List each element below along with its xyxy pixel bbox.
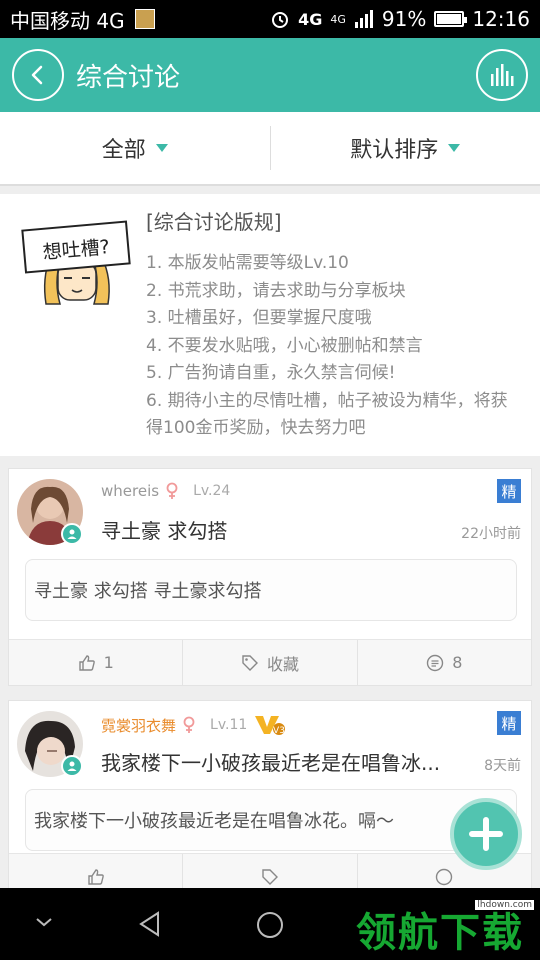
signal-icon (354, 10, 373, 28)
collect-button[interactable]: 收藏 (182, 640, 356, 685)
vip-level-text: V3 (273, 726, 285, 736)
dropdown-arrow-icon (448, 144, 461, 152)
rule-line: 1. 本版发帖需要等级Lv.10 (146, 253, 349, 273)
circle-home-icon (257, 912, 283, 938)
post-excerpt[interactable]: 我家楼下一小破孩最近老是在唱鲁冰花。嗝～ (25, 789, 517, 851)
username[interactable]: 霓裳羽衣舞 (101, 715, 176, 736)
new-post-button[interactable] (450, 798, 522, 870)
nav-collapse-button[interactable] (34, 914, 54, 933)
post-card[interactable]: 霓裳羽衣舞 Lv.11 V3 精 我家楼下一小破孩最近老是在唱鲁冰... 8天前… (8, 700, 532, 900)
like-button[interactable]: 1 (9, 640, 182, 685)
sort-filter-label: 默认排序 (350, 138, 439, 163)
rules-title: [综合讨论版规] (146, 210, 282, 234)
vip-badge-icon: V3 (255, 716, 286, 736)
user-level: Lv.24 (193, 483, 231, 499)
tag-icon (262, 868, 278, 885)
battery-percent: 91% (381, 7, 427, 31)
gender-female-badge (61, 523, 83, 545)
sort-filter[interactable]: 默认排序 (271, 112, 540, 184)
rule-line: 5. 广告狗请自重，永久禁言伺候! (146, 363, 396, 383)
comment-button[interactable]: 8 (356, 640, 531, 685)
rule-line: 3. 吐槽虽好，但要掌握尺度哦 (146, 308, 372, 328)
status-bar: 中国移动 4G 4G 4G 91% 12:16 (0, 0, 540, 38)
post-title[interactable]: 寻土豪 求勾搭 (101, 515, 227, 544)
username[interactable]: whereis (101, 482, 159, 500)
app-header: 综合讨论 (0, 38, 540, 112)
system-nav-bar: lhdown.com 领航下载 (0, 888, 540, 960)
nav-home-button[interactable] (255, 910, 285, 944)
chevron-down-icon (36, 918, 52, 927)
page-title: 综合讨论 (76, 62, 181, 93)
user-icon (67, 761, 77, 771)
rule-line: 2. 书荒求助，请去求助与分享板块 (146, 280, 406, 301)
comment-count: 8 (452, 653, 463, 672)
rules-list: 1. 本版发帖需要等级Lv.10 2. 书荒求助，请去求助与分享板块 3. 吐槽… (146, 250, 516, 443)
rule-line: 4. 不要发水贴哦，小心被删帖和禁言 (146, 335, 423, 356)
female-icon (183, 716, 195, 733)
plus-icon (469, 817, 503, 851)
post-meta: 霓裳羽衣舞 Lv.11 V3 (101, 714, 287, 736)
bar-chart-icon (491, 64, 514, 86)
clock: 12:16 (472, 7, 530, 31)
post-actions: 1 收藏 8 (9, 639, 531, 685)
featured-badge: 精 (497, 479, 521, 503)
dropdown-arrow-icon (155, 144, 168, 152)
featured-badge: 精 (497, 711, 521, 735)
rule-line: 6. 期待小主的尽情吐槽，帖子被设为精华，将获得100金币奖励，快去努力吧 (146, 390, 508, 439)
like-count: 1 (103, 653, 114, 672)
watermark-url: lhdown.com (475, 900, 534, 910)
post-time: 22小时前 (461, 526, 521, 542)
filter-bar: 全部 默认排序 (0, 112, 540, 186)
status-left: 中国移动 4G (10, 5, 155, 34)
chevron-left-icon (31, 65, 43, 85)
comment-icon (436, 868, 453, 885)
board-rules: 想吐槽? [综合讨论版规] 1. 本版发帖需要等级Lv.10 2. 书荒求助，请… (0, 194, 540, 456)
post-excerpt[interactable]: 寻土豪 求勾搭 寻土豪求勾搭 (25, 559, 517, 621)
comment-icon (427, 654, 444, 671)
status-right: 4G 4G 91% 12:16 (270, 7, 530, 31)
thumbs-up-icon (87, 868, 104, 885)
user-icon (67, 529, 77, 539)
category-filter-label: 全部 (101, 138, 146, 163)
post-meta: whereis Lv.24 (101, 482, 230, 500)
alarm-icon (272, 12, 289, 28)
mascot-illustration: 想吐槽? (21, 220, 131, 305)
post-time: 8天前 (484, 758, 521, 774)
back-button[interactable] (12, 49, 64, 101)
watermark: lhdown.com 领航下载 (356, 900, 536, 956)
network-4g-label: 4G (298, 9, 323, 29)
carrier-label: 中国移动 4G (10, 8, 125, 33)
nav-back-button[interactable] (136, 910, 164, 942)
post-title[interactable]: 我家楼下一小破孩最近老是在唱鲁冰... (101, 747, 477, 776)
thumbs-up-icon (78, 654, 95, 671)
collect-label: 收藏 (266, 654, 299, 674)
female-icon (166, 482, 178, 499)
category-filter[interactable]: 全部 (0, 112, 270, 184)
battery-fill (437, 14, 462, 24)
battery-icon (434, 11, 468, 27)
triangle-back-icon (139, 911, 159, 937)
user-level: Lv.11 (210, 717, 248, 733)
notification-app-icon (134, 9, 155, 29)
gender-female-badge (61, 755, 83, 777)
post-card[interactable]: whereis Lv.24 精 寻土豪 求勾搭 22小时前 寻土豪 求勾搭 寻土… (8, 468, 532, 686)
tag-icon (242, 654, 258, 671)
network-4g-signal-label: 4G (330, 12, 346, 26)
stats-button[interactable] (476, 49, 528, 101)
watermark-text: 领航下载 (356, 910, 524, 956)
